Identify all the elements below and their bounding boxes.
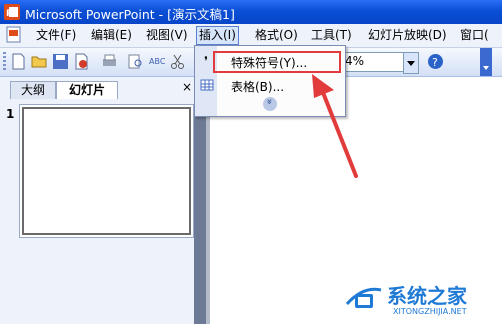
print-preview-icon[interactable] <box>127 53 144 70</box>
menu-tools[interactable]: 工具(T) <box>309 27 354 44</box>
slide-number: 1 <box>6 107 15 121</box>
zoom-value: 4% <box>345 54 365 68</box>
new-file-icon[interactable] <box>10 53 27 70</box>
close-icon[interactable]: × <box>182 80 192 94</box>
zoom-dropdown-button[interactable] <box>403 52 419 74</box>
document-icon[interactable] <box>5 26 22 43</box>
tab-outline[interactable]: 大纲 <box>10 81 56 99</box>
menu-view[interactable]: 视图(V) <box>144 27 190 44</box>
title-bar: P Microsoft PowerPoint - [演示文稿1] <box>0 0 502 24</box>
help-icon[interactable]: ? <box>427 53 444 70</box>
menu-file[interactable]: 文件(F) <box>34 27 78 44</box>
cut-icon[interactable] <box>169 53 186 70</box>
annotation-arrow <box>312 74 358 178</box>
open-folder-icon[interactable] <box>31 53 48 70</box>
table-icon <box>200 79 214 91</box>
save-icon[interactable] <box>52 53 69 70</box>
watermark-url: XITONGZHIJIA.NET <box>393 307 467 316</box>
powerpoint-app-icon[interactable]: P <box>4 4 20 20</box>
toolbar-options-button[interactable] <box>480 48 492 76</box>
svg-text:ABC: ABC <box>149 57 165 66</box>
watermark-logo-icon <box>345 287 382 308</box>
special-symbol-icon: ❜ <box>204 54 208 68</box>
spelling-icon[interactable]: ABC <box>148 53 165 70</box>
chevron-down-icon <box>483 66 489 70</box>
menu-insert[interactable]: 插入(I) <box>196 26 239 45</box>
chevron-down-icon <box>407 61 415 66</box>
svg-text:❜: ❜ <box>204 54 208 68</box>
watermark: 系统之家 XITONGZHIJIA.NET <box>345 280 500 320</box>
menu-expand-button[interactable]: » <box>263 97 277 111</box>
menu-item-label: 表格(B)... <box>231 80 285 94</box>
svg-text:P: P <box>6 9 13 19</box>
menu-format[interactable]: 格式(O) <box>253 27 300 44</box>
tab-slides[interactable]: 幻灯片 <box>56 81 118 99</box>
permission-icon[interactable] <box>73 53 90 70</box>
toolbar-grip[interactable] <box>3 52 6 72</box>
menu-edit[interactable]: 编辑(E) <box>89 27 134 44</box>
menu-window[interactable]: 窗口( <box>458 27 491 44</box>
window-title: Microsoft PowerPoint - [演示文稿1] <box>25 7 235 22</box>
svg-text:?: ? <box>432 56 438 69</box>
slide-thumbnail[interactable] <box>22 107 191 235</box>
double-chevron-down-icon: » <box>263 98 275 105</box>
print-icon[interactable] <box>101 53 118 70</box>
watermark-brand: 系统之家 <box>387 284 467 308</box>
menu-slideshow[interactable]: 幻灯片放映(D) <box>366 27 449 44</box>
